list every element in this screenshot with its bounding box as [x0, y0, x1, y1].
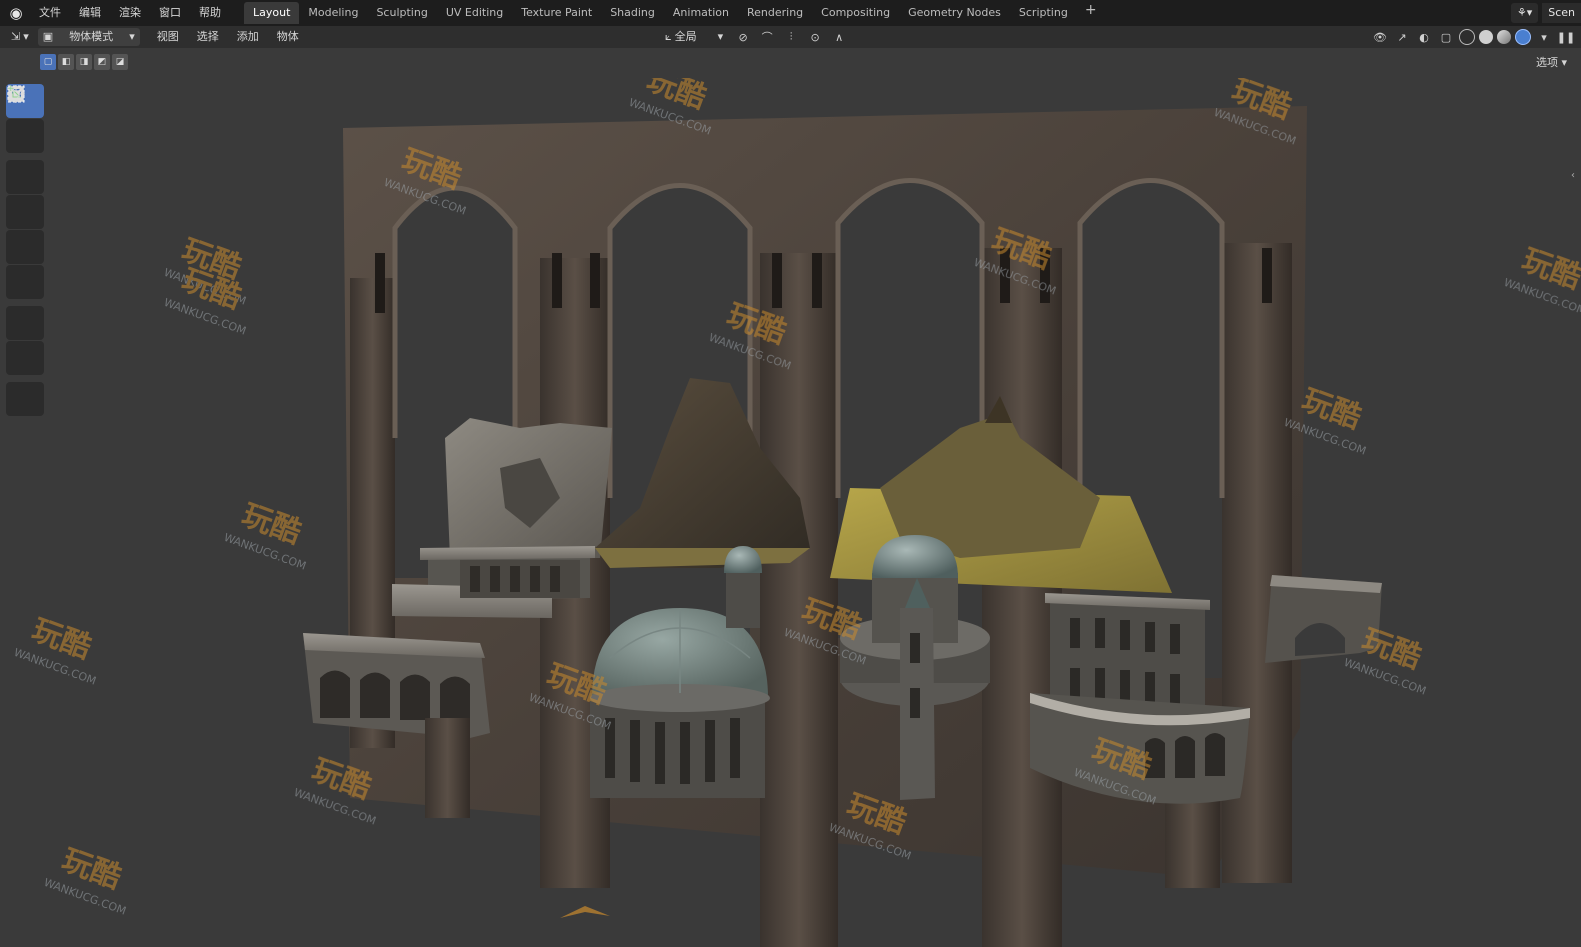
transform-controls: ⟀ 全局 ▾ ⊘ ⌒ ⫶ ⊙ ∧ [660, 28, 848, 46]
editor-type-button[interactable]: ⇲ ▾ [6, 28, 34, 46]
chevron-down-icon: ▾ [129, 30, 135, 43]
editor-type-icon: ⇲ [11, 30, 21, 43]
small-tower [724, 546, 762, 628]
tab-texture-paint[interactable]: Texture Paint [512, 2, 601, 24]
mode-label: 物体模式 [69, 30, 114, 43]
transform-tool[interactable] [6, 86, 44, 299]
top-bar: ◉ 文件 编辑 渲染 窗口 帮助 Layout Modeling Sculpti… [0, 0, 1581, 26]
tab-uv-editing[interactable]: UV Editing [437, 2, 512, 24]
solid-shading-icon[interactable] [1479, 30, 1493, 44]
select-intersect-icon[interactable]: ◪ [112, 54, 128, 70]
sidebar-toggle-icon[interactable]: ‹ [1571, 170, 1577, 181]
svg-text:+: + [7, 84, 15, 94]
blender-logo-icon[interactable]: ◉ [4, 1, 28, 25]
display-controls: 👁 ↗ ◐ ▢ ▾ ❚❚ [1371, 28, 1575, 46]
chevron-down-icon: ▾ [23, 30, 29, 43]
chevron-down-icon[interactable]: ▾ [1535, 28, 1553, 46]
orientation-icon: ⟀ [665, 30, 672, 43]
select-new-icon[interactable]: ▢ [40, 54, 56, 70]
orientation-label: 全局 [674, 30, 697, 43]
selection-modes: ▢ ◧ ◨ ◩ ◪ [40, 54, 128, 70]
add-cube-icon: + [7, 84, 25, 102]
proportional-edit-icon[interactable]: ⊙ [806, 28, 824, 46]
tab-sculpting[interactable]: Sculpting [367, 2, 436, 24]
rendered-shading-icon[interactable] [1515, 29, 1531, 45]
menu-view[interactable]: 视图 [148, 28, 188, 46]
chevron-down-icon: ▾ [717, 30, 724, 43]
menu-add[interactable]: 添加 [228, 28, 268, 46]
menu-edit[interactable]: 编辑 [70, 2, 110, 24]
xray-icon[interactable]: ▢ [1437, 28, 1455, 46]
pause-icon[interactable]: ❚❚ [1557, 28, 1575, 46]
cursor-tool[interactable] [6, 85, 44, 153]
menu-help[interactable]: 帮助 [190, 2, 230, 24]
measure-tool[interactable] [6, 87, 44, 375]
viewport-header: ⇲ ▾ ▣ 物体模式 ▾ 视图 选择 添加 物体 ⟀ 全局 ▾ ⊘ ⌒ ⫶ ⊙ ∧… [0, 26, 1581, 48]
menu-window[interactable]: 窗口 [150, 2, 190, 24]
snap-target-icon[interactable]: ⫶ [782, 28, 800, 46]
select-subtract-icon[interactable]: ◨ [76, 54, 92, 70]
scene-render: 玩酷 WANKUCG.COM 玩酷 WANKUCG.COM 玩酷 WANKUCG… [12, 78, 1581, 947]
menu-select[interactable]: 选择 [188, 28, 228, 46]
options-dropdown[interactable]: 选项 ▾ [1536, 54, 1567, 70]
tab-shading[interactable]: Shading [601, 2, 664, 24]
rotate-tool[interactable] [6, 86, 44, 229]
add-workspace-button[interactable]: + [1077, 2, 1105, 24]
3d-viewport[interactable]: 玩酷 WANKUCG.COM 玩酷 WANKUCG.COM 玩酷 WANKUCG… [0, 78, 1581, 947]
mode-dropdown[interactable]: ▣ 物体模式 ▾ [37, 28, 140, 46]
object-mode-icon: ▣ [42, 30, 54, 43]
main-menu: 文件 编辑 渲染 窗口 帮助 [30, 2, 230, 24]
watermark-fragment [560, 906, 610, 918]
annotate-tool[interactable] [6, 86, 44, 340]
gizmo-icon[interactable]: ↗ [1393, 28, 1411, 46]
wireframe-shading-icon[interactable] [1459, 29, 1475, 45]
scale-tool[interactable] [6, 86, 44, 264]
tab-modeling[interactable]: Modeling [299, 2, 367, 24]
options-label: 选项 [1535, 56, 1558, 69]
overlay-icon[interactable]: ◐ [1415, 28, 1433, 46]
select-invert-icon[interactable]: ◩ [94, 54, 110, 70]
header-menus: 视图 选择 添加 物体 [148, 28, 308, 46]
snap-icon[interactable]: ⌒ [758, 28, 776, 46]
orientation-dropdown[interactable]: ⟀ 全局 ▾ [660, 28, 728, 46]
scene-selector: ⚘▾ Scen [1510, 0, 1581, 26]
tool-settings-bar: ▢ ◧ ◨ ◩ ◪ 选项 ▾ [0, 48, 1581, 78]
tab-rendering[interactable]: Rendering [738, 2, 812, 24]
material-shading-icon[interactable] [1497, 30, 1511, 44]
tab-geometry-nodes[interactable]: Geometry Nodes [899, 2, 1010, 24]
visibility-icon[interactable]: 👁 [1371, 28, 1389, 46]
rock-cliff [445, 418, 612, 558]
tab-compositing[interactable]: Compositing [812, 2, 899, 24]
falloff-icon[interactable]: ∧ [830, 28, 848, 46]
large-dome [590, 608, 770, 798]
menu-file[interactable]: 文件 [30, 2, 70, 24]
menu-render[interactable]: 渲染 [110, 2, 150, 24]
scene-icon[interactable]: ⚘▾ [1510, 3, 1539, 23]
select-extend-icon[interactable]: ◧ [58, 54, 74, 70]
scene-name-field[interactable]: Scen [1542, 3, 1581, 23]
add-cube-tool[interactable]: + [6, 84, 44, 416]
pivot-icon[interactable]: ⊘ [734, 28, 752, 46]
move-tool[interactable] [6, 85, 44, 194]
menu-object[interactable]: 物体 [268, 28, 308, 46]
tool-shelf: + [6, 84, 46, 417]
tab-scripting[interactable]: Scripting [1010, 2, 1077, 24]
tab-animation[interactable]: Animation [664, 2, 738, 24]
tab-layout[interactable]: Layout [244, 2, 300, 24]
workspace-tabs: Layout Modeling Sculpting UV Editing Tex… [244, 2, 1105, 24]
